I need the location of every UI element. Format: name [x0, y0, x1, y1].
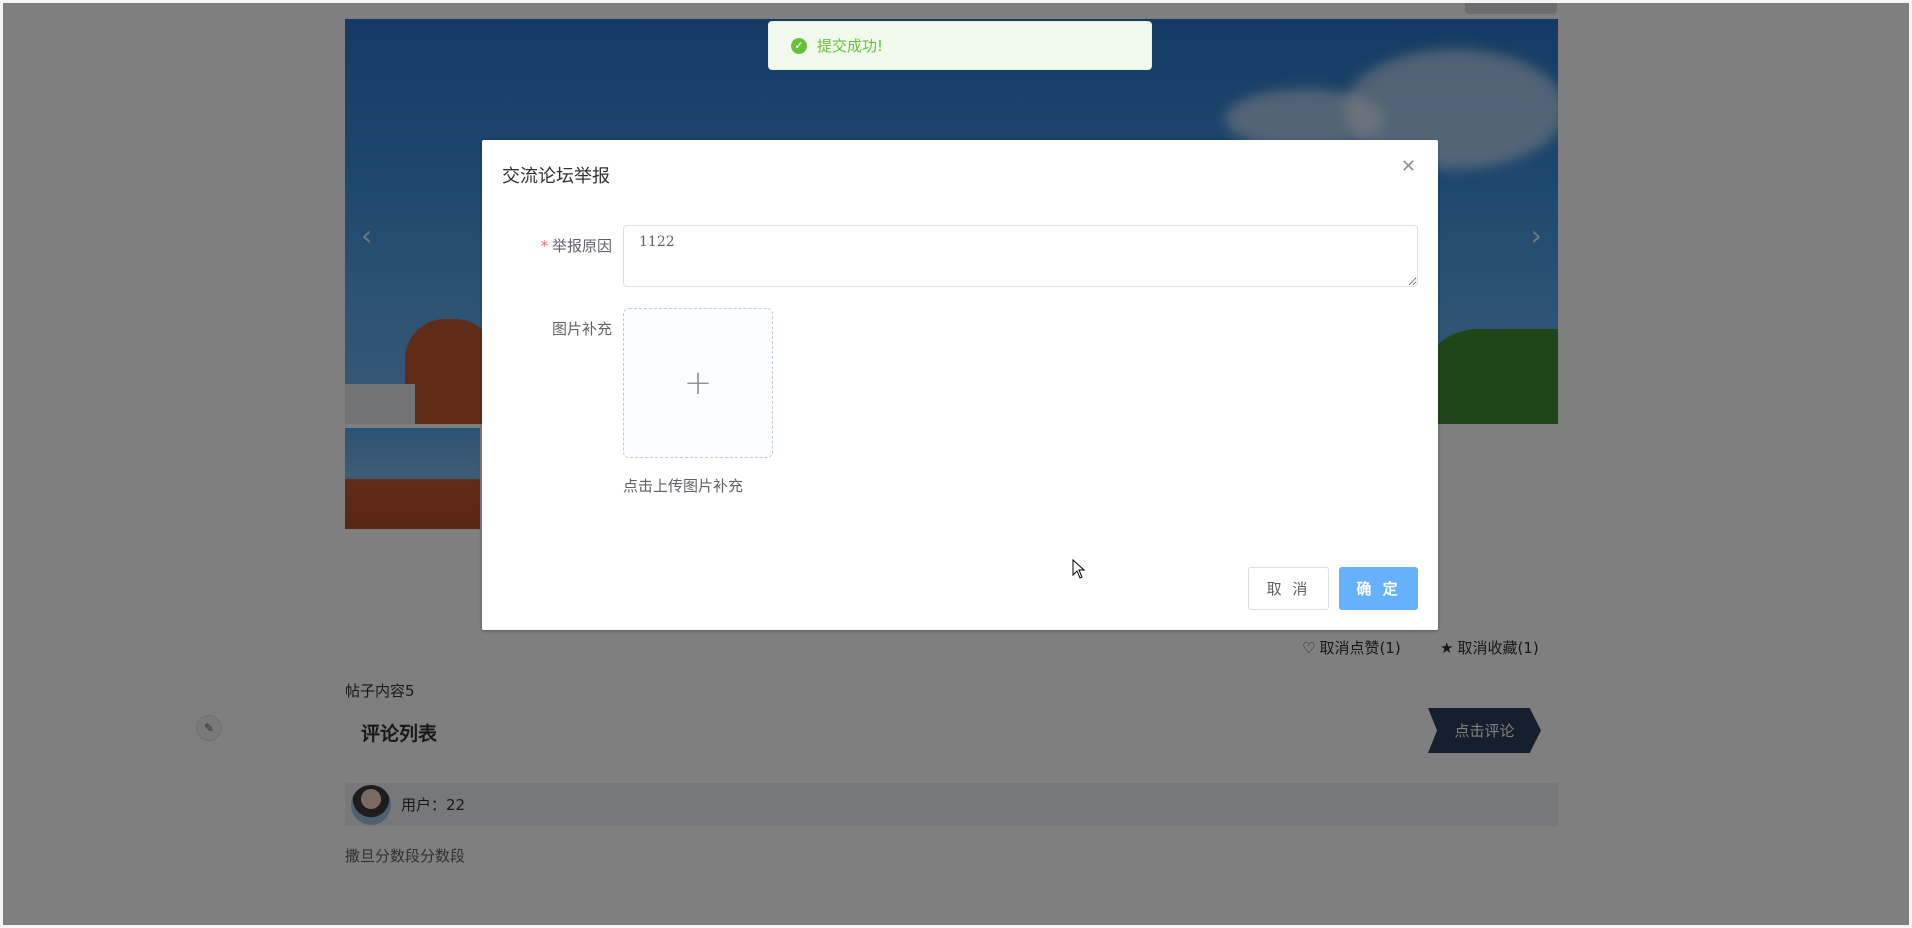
plus-icon: +: [683, 363, 713, 403]
success-toast: ✓ 提交成功!: [768, 21, 1152, 70]
close-icon[interactable]: ✕: [1401, 158, 1416, 176]
toast-message: 提交成功!: [817, 37, 884, 55]
image-upload-button[interactable]: +: [623, 308, 773, 458]
cancel-button[interactable]: 取 消: [1248, 567, 1329, 610]
dialog-title: 交流论坛举报: [502, 166, 610, 187]
reason-input[interactable]: [623, 225, 1418, 287]
check-circle-icon: ✓: [791, 37, 807, 54]
upload-tip: 点击上传图片补充: [623, 477, 744, 495]
mouse-cursor-icon: [1072, 559, 1086, 579]
required-mark: *: [540, 237, 548, 255]
image-label: 图片补充: [551, 320, 612, 338]
reason-label-text: 举报原因: [551, 237, 612, 255]
report-dialog: 交流论坛举报 ✕ *举报原因 图片补充 + 点击上传图片补充 取 消 确 定: [482, 140, 1438, 630]
confirm-button[interactable]: 确 定: [1339, 567, 1418, 610]
reason-label: * 举报原因: [500, 235, 612, 256]
